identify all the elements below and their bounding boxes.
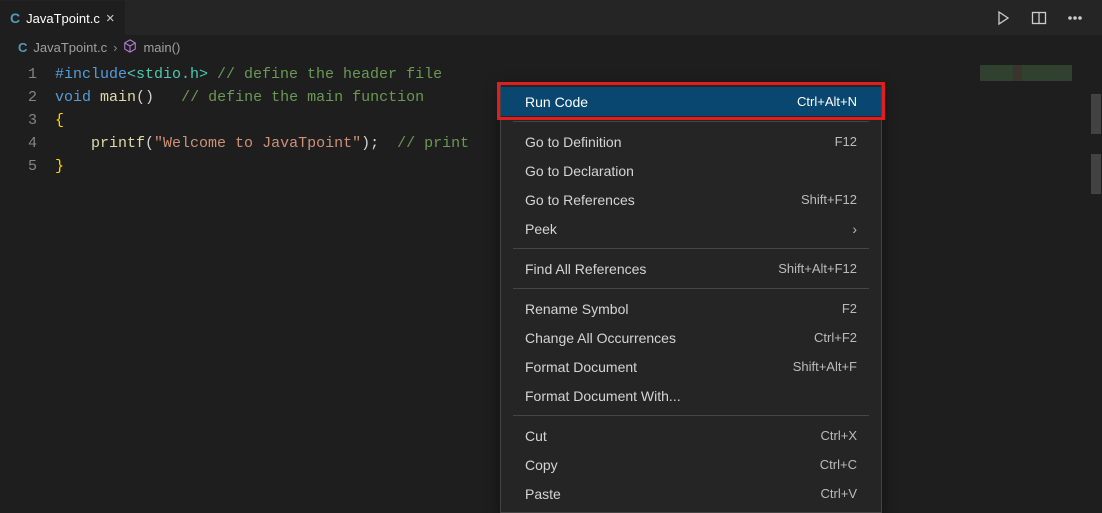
token: // print [397,135,469,152]
menu-shortcut: Shift+F12 [801,192,857,207]
menu-label: Format Document [525,359,637,375]
menu-label: Change All Occurrences [525,330,676,346]
token: ); [361,135,379,152]
menu-copy[interactable]: Copy Ctrl+C [501,450,881,479]
menu-label: Copy [525,457,558,473]
menu-separator [513,415,869,416]
menu-go-references[interactable]: Go to References Shift+F12 [501,185,881,214]
token: () [136,89,154,106]
token: "Welcome to JavaTpoint" [154,135,361,152]
tab-bar-right [994,9,1102,27]
menu-go-declaration[interactable]: Go to Declaration [501,156,881,185]
menu-shortcut: F2 [842,301,857,316]
scrollbar-thumb[interactable] [1091,154,1101,194]
menu-label: Go to Definition [525,134,622,150]
token: { [55,112,64,129]
menu-shortcut: Ctrl+Alt+N [797,94,857,109]
line-gutter: 1 2 3 4 5 [0,59,55,510]
menu-separator [513,288,869,289]
menu-label: Paste [525,486,561,502]
menu-shortcut: Ctrl+F2 [814,330,857,345]
menu-separator [513,248,869,249]
menu-label: Go to References [525,192,635,208]
menu-label: Find All References [525,261,646,277]
minimap-line [980,65,1072,81]
tab-bar-left: C JavaTpoint.c × [0,0,125,35]
menu-paste[interactable]: Paste Ctrl+V [501,479,881,508]
close-icon[interactable]: × [106,10,115,27]
scrollbar-thumb[interactable] [1091,94,1101,134]
menu-shortcut: Ctrl+V [821,486,857,501]
line-number: 1 [0,63,37,86]
menu-shortcut: F12 [835,134,857,149]
menu-change-all-occurrences[interactable]: Change All Occurrences Ctrl+F2 [501,323,881,352]
menu-format-document[interactable]: Format Document Shift+Alt+F [501,352,881,381]
c-file-icon: C [10,10,20,26]
token: <stdio.h> [127,66,208,83]
token [154,89,181,106]
tab-filename: JavaTpoint.c [26,11,100,26]
menu-shortcut: Shift+Alt+F12 [778,261,857,276]
token: printf [91,135,145,152]
more-icon[interactable] [1066,9,1084,27]
c-file-icon: C [18,40,27,55]
tab-bar: C JavaTpoint.c × [0,0,1102,35]
menu-label: Rename Symbol [525,301,629,317]
symbol-icon [123,39,137,56]
menu-label: Run Code [525,94,588,110]
editor-tab[interactable]: C JavaTpoint.c × [0,0,125,35]
line-number: 3 [0,109,37,132]
menu-cut[interactable]: Cut Ctrl+X [501,421,881,450]
token [379,135,397,152]
token: void [55,89,91,106]
token: // define the main function [181,89,424,106]
token: #include [55,66,127,83]
breadcrumb-file: JavaTpoint.c [33,40,107,55]
token: main [91,89,136,106]
menu-shortcut: Shift+Alt+F [793,359,857,374]
line-number: 2 [0,86,37,109]
run-icon[interactable] [994,9,1012,27]
menu-go-definition[interactable]: Go to Definition F12 [501,127,881,156]
token: ( [145,135,154,152]
chevron-right-icon: › [113,40,117,55]
breadcrumb[interactable]: C JavaTpoint.c › main() [0,35,1102,59]
menu-format-document-with[interactable]: Format Document With... [501,381,881,410]
menu-rename-symbol[interactable]: Rename Symbol F2 [501,294,881,323]
token [55,135,91,152]
menu-label: Peek [525,221,557,237]
split-editor-icon[interactable] [1030,9,1048,27]
minimap[interactable] [970,59,1090,510]
menu-label: Format Document With... [525,388,681,404]
menu-run-code[interactable]: Run Code Ctrl+Alt+N [501,87,881,116]
token: } [55,158,64,175]
menu-shortcut: Ctrl+X [821,428,857,443]
menu-find-all-references[interactable]: Find All References Shift+Alt+F12 [501,254,881,283]
menu-label: Go to Declaration [525,163,634,179]
menu-label: Cut [525,428,547,444]
line-number: 5 [0,155,37,178]
menu-shortcut: Ctrl+C [820,457,857,472]
line-number: 4 [0,132,37,155]
breadcrumb-symbol: main() [143,40,180,55]
scrollbar-vertical[interactable] [1090,59,1102,510]
menu-peek[interactable]: Peek › [501,214,881,243]
token: // define the header file [208,66,442,83]
menu-separator [513,121,869,122]
chevron-right-icon: › [852,221,857,237]
context-menu: Run Code Ctrl+Alt+N Go to Definition F12… [500,82,882,513]
